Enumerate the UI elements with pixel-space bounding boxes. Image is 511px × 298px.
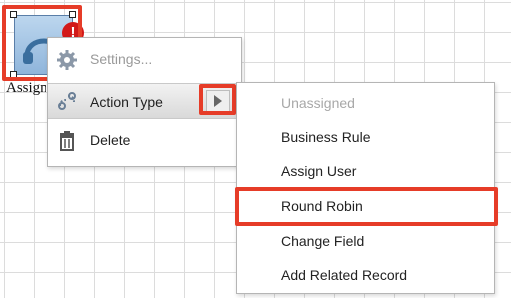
menu-item-settings[interactable]: Settings... — [48, 43, 241, 75]
menu-item-label: Delete — [90, 132, 131, 148]
trash-icon — [60, 131, 74, 151]
node-label: Assign — [6, 80, 46, 96]
menu-item-delete[interactable]: Delete — [48, 124, 241, 156]
highlight-round-robin-callout — [235, 187, 498, 226]
gear-icon — [57, 50, 77, 70]
submenu-item-assign-user[interactable]: Assign User — [281, 163, 356, 179]
submenu-item-add-related-record[interactable]: Add Related Record — [281, 267, 407, 283]
menu-item-label: Settings... — [90, 51, 153, 67]
submenu-item-change-field[interactable]: Change Field — [281, 233, 364, 249]
highlight-arrow-callout — [199, 84, 236, 115]
submenu-item-business-rule[interactable]: Business Rule — [281, 129, 371, 145]
process-canvas[interactable]: ! Assign Settings... Action Type Delete … — [0, 0, 511, 298]
menu-item-label: Action Type — [90, 94, 163, 110]
submenu-item-unassigned[interactable]: Unassigned — [281, 95, 355, 111]
link-icon — [58, 92, 76, 110]
